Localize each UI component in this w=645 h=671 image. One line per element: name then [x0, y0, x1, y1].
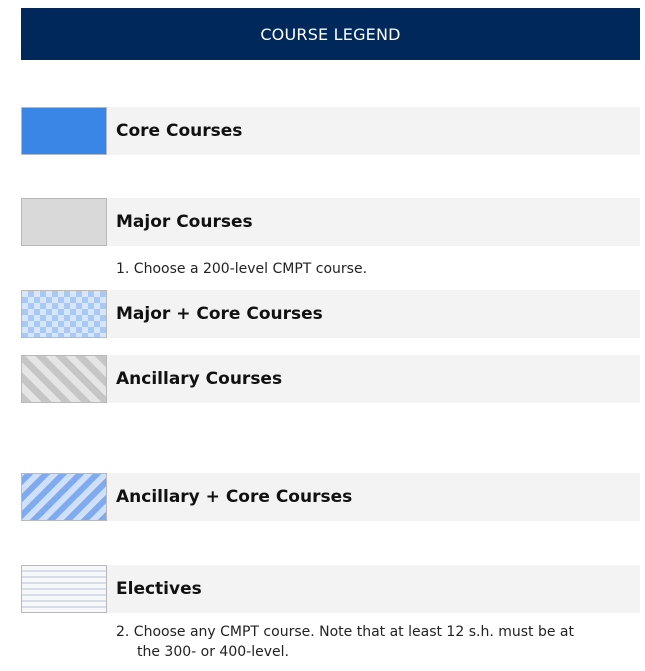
core-swatch: [21, 107, 107, 155]
legend-label-major-core: Major + Core Courses: [116, 304, 323, 324]
ancillary-swatch: [21, 355, 107, 403]
legend-row-core: Core Courses: [21, 107, 640, 155]
footnote-2-line-2: the 300- or 400-level.: [137, 644, 289, 660]
legend-row-ancillary-core: Ancillary + Core Courses: [21, 473, 640, 521]
legend-row-major-core: Major + Core Courses: [21, 290, 640, 338]
legend-label-major: Major Courses: [116, 212, 253, 232]
footnote-2-line-1: 2. Choose any CMPT course. Note that at …: [116, 624, 574, 640]
legend-row-electives: Electives: [21, 565, 640, 613]
footnote-2: 2. Choose any CMPT course. Note that at …: [116, 622, 636, 662]
ancillary-core-swatch: [21, 473, 107, 521]
legend-label-core: Core Courses: [116, 121, 243, 141]
legend-label-ancillary-core: Ancillary + Core Courses: [116, 487, 353, 507]
legend-title: COURSE LEGEND: [260, 24, 401, 44]
legend-header: COURSE LEGEND: [21, 8, 640, 60]
legend-label-electives: Electives: [116, 579, 202, 599]
legend-row-major: Major Courses: [21, 198, 640, 246]
major-swatch: [21, 198, 107, 246]
major-core-swatch: [21, 290, 107, 338]
legend-label-ancillary: Ancillary Courses: [116, 369, 283, 389]
electives-swatch: [21, 565, 107, 613]
footnote-1: 1. Choose a 200-level CMPT course.: [116, 261, 368, 277]
legend-row-ancillary: Ancillary Courses: [21, 355, 640, 403]
